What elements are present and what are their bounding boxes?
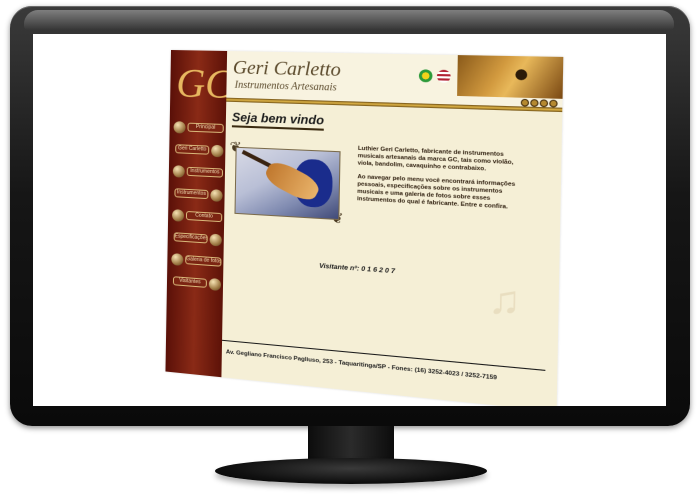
nav-item-galeria[interactable]: Galeria de fotos bbox=[171, 250, 222, 271]
brazil-flag-icon[interactable] bbox=[418, 69, 433, 83]
gc-logo: GC bbox=[175, 60, 233, 107]
nav-item-instrumentos-1[interactable]: Instrumentos bbox=[172, 162, 224, 182]
nav-ball-icon bbox=[210, 188, 223, 202]
nav-list: Principal Geri Carletto Instrumentos Ins… bbox=[171, 118, 224, 298]
photo-frame: ❦ ❦ bbox=[228, 138, 345, 226]
nav-ball-icon bbox=[172, 164, 185, 178]
nav-ball-icon bbox=[209, 233, 222, 247]
nav-label: Instrumentos bbox=[174, 188, 209, 200]
guitar-header-image bbox=[457, 55, 564, 99]
nav-item-principal[interactable]: Principal bbox=[173, 118, 224, 137]
music-notes-icon: ♫ bbox=[487, 276, 522, 325]
nav-item-geri-carletto[interactable]: Geri Carletto bbox=[173, 140, 224, 159]
nav-item-instrumentos-2[interactable]: Instrumentos bbox=[172, 184, 223, 204]
brand: Geri Carletto Instrumentos Artesanais bbox=[232, 57, 342, 95]
usa-flag-icon[interactable] bbox=[436, 69, 451, 83]
website: GC Principal Geri Carletto Instrumentos bbox=[165, 50, 564, 406]
nav-ball-icon bbox=[211, 144, 224, 157]
nav-label: Contato bbox=[185, 210, 223, 223]
monitor: GC Principal Geri Carletto Instrumentos bbox=[10, 6, 690, 426]
intro-paragraph-2: Ao navegar pelo menu você encontrará inf… bbox=[356, 173, 516, 211]
nav-label: Instrumentos bbox=[186, 166, 224, 178]
monitor-base bbox=[215, 458, 487, 484]
nav-label: Visitantes bbox=[172, 276, 207, 288]
nav-label: Principal bbox=[187, 122, 224, 134]
nav-ball-icon bbox=[173, 120, 186, 134]
visitor-counter: Visitante nº: 0 1 6 2 0 7 bbox=[319, 263, 395, 276]
nav-ball-icon bbox=[172, 208, 185, 222]
sidebar-nav: GC Principal Geri Carletto Instrumentos bbox=[165, 50, 233, 378]
welcome-title: Seja bem vindo bbox=[231, 110, 325, 131]
nav-item-visitantes[interactable]: Visitantes bbox=[171, 272, 222, 293]
monitor-gloss bbox=[24, 10, 674, 30]
nav-label: Geri Carletto bbox=[175, 144, 210, 155]
language-flags bbox=[418, 69, 451, 83]
intro-paragraph-1: Luthier Geri Carletto, fabricante de ins… bbox=[357, 145, 514, 173]
visitor-label: Visitante nº: bbox=[319, 262, 360, 273]
brand-name: Geri Carletto bbox=[232, 57, 342, 82]
visitor-count: 0 1 6 2 0 7 bbox=[361, 265, 396, 276]
nav-ball-icon bbox=[171, 252, 184, 266]
main-content: Seja bem vindo ❦ ❦ Luthier Geri Carletto… bbox=[221, 102, 562, 406]
screen: GC Principal Geri Carletto Instrumentos bbox=[33, 34, 666, 406]
nav-item-contato[interactable]: Contato bbox=[172, 206, 223, 226]
guitar-photo bbox=[234, 146, 341, 221]
intro-text: Luthier Geri Carletto, fabricante de ins… bbox=[357, 146, 528, 220]
guitar-soundhole bbox=[515, 69, 528, 81]
brand-subtitle: Instrumentos Artesanais bbox=[234, 79, 337, 94]
nav-label: Especificações bbox=[173, 232, 208, 244]
nav-item-especificacoes[interactable]: Especificações bbox=[172, 228, 222, 248]
nav-label: Galeria de fotos bbox=[185, 255, 222, 267]
nav-ball-icon bbox=[208, 277, 222, 291]
